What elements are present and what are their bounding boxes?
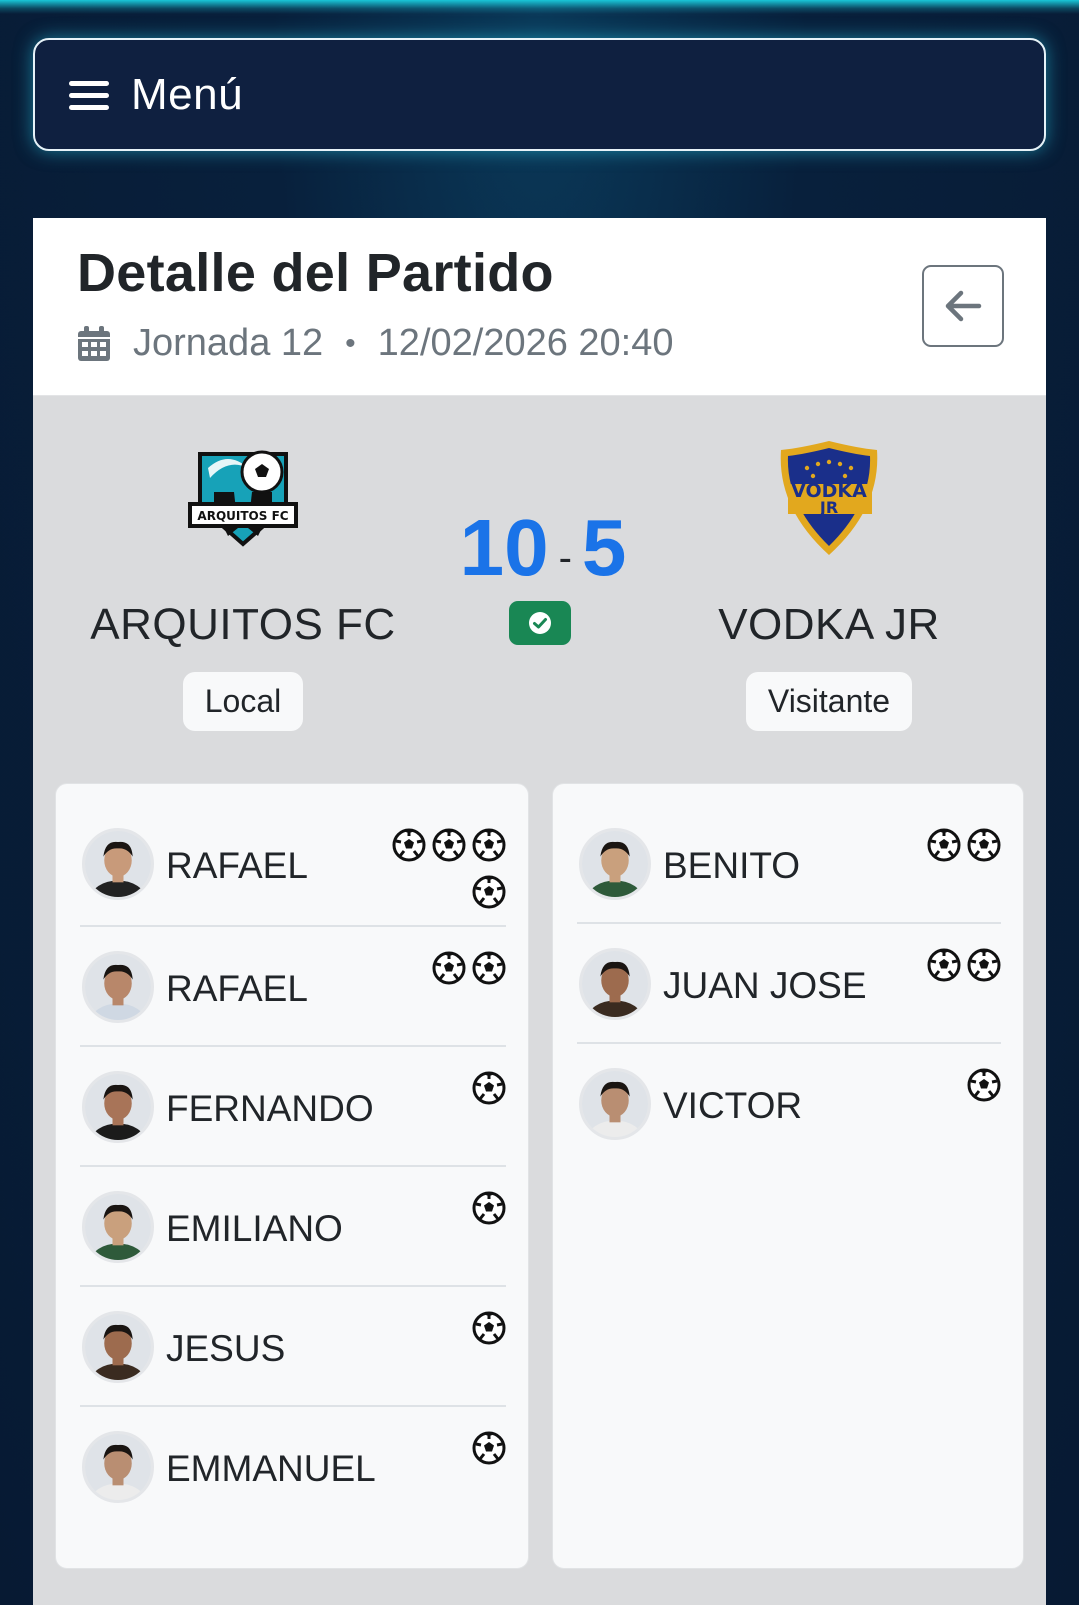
back-button[interactable]: [922, 265, 1004, 347]
soccer-ball-icon: [927, 828, 961, 867]
menu-button[interactable]: Menú: [33, 38, 1046, 151]
player-name: RAFAEL: [166, 968, 308, 1009]
soccer-ball-icon: [472, 1311, 506, 1350]
player-avatar: [82, 951, 154, 1023]
home-scorer-row: JESUS: [80, 1287, 506, 1407]
player-avatar: [82, 1071, 154, 1143]
away-scorers-list: BENITO JUAN JOSE VICTOR: [552, 783, 1024, 1569]
player-name: EMILIANO: [166, 1208, 343, 1249]
soccer-ball-icon: [927, 948, 961, 987]
player-name: JUAN JOSE: [663, 965, 867, 1006]
home-scorer-row: EMMANUEL: [80, 1407, 506, 1527]
menu-label: Menú: [131, 69, 244, 119]
player-avatar: [579, 828, 651, 900]
goals-count: [376, 1431, 506, 1470]
soccer-ball-icon: [472, 1191, 506, 1230]
soccer-ball-icon: [432, 828, 466, 867]
calendar-icon: [78, 325, 110, 361]
player-name: VICTOR: [663, 1085, 803, 1126]
home-scorers-list: RAFAEL RAFAEL FERNANDO EMILIANO JESUS EMMANUE…: [55, 783, 529, 1569]
home-badge: Local: [182, 672, 304, 731]
soccer-ball-icon: [472, 951, 506, 990]
away-scorer-row: JUAN JOSE: [577, 924, 1001, 1044]
away-badge: Visitante: [745, 672, 913, 731]
scoreboard: 10-5: [453, 508, 633, 602]
home-team: ARQUITOS FC ARQUITOS FC Local: [43, 438, 443, 731]
player-name: EMMANUEL: [166, 1448, 376, 1489]
soccer-ball-icon: [472, 1071, 506, 1110]
home-scorer-row: EMILIANO: [80, 1167, 506, 1287]
match-finished-badge: [509, 601, 571, 645]
goals-count: [376, 951, 506, 990]
player-name: RAFAEL: [166, 845, 308, 886]
soccer-ball-icon: [472, 875, 506, 914]
top-glow-bar: [0, 0, 1079, 14]
meta-separator: •: [345, 326, 356, 360]
home-scorer-row: FERNANDO: [80, 1047, 506, 1167]
goals-count: [376, 1191, 506, 1230]
soccer-ball-icon: [472, 828, 506, 867]
player-avatar: [82, 828, 154, 900]
card-header: Detalle del Partido Jornada 12 • 12/02/2…: [33, 218, 1046, 396]
away-team: VODKA JR VODKA JR Visitante: [629, 438, 1029, 731]
match-detail-card: Detalle del Partido Jornada 12 • 12/02/2…: [33, 218, 1046, 1605]
player-name: JESUS: [166, 1328, 286, 1369]
player-avatar: [82, 1431, 154, 1503]
check-circle-icon: [529, 612, 551, 634]
match-datetime: 12/02/2026 20:40: [377, 322, 674, 364]
goals-count: [871, 828, 1001, 867]
page-title: Detalle del Partido: [77, 243, 554, 303]
home-scorer-row: RAFAEL: [80, 784, 506, 927]
home-score: 10: [459, 503, 549, 592]
away-scorer-row: BENITO: [577, 784, 1001, 924]
home-scorer-row: RAFAEL: [80, 927, 506, 1047]
soccer-ball-icon: [472, 1431, 506, 1470]
away-score: 5: [581, 503, 627, 592]
player-avatar: [82, 1311, 154, 1383]
arquitos-logo-text: ARQUITOS FC: [197, 509, 288, 523]
goals-count: [871, 1068, 1001, 1107]
player-name: FERNANDO: [166, 1088, 374, 1129]
soccer-ball-icon: [432, 951, 466, 990]
arquitos-fc-logo: ARQUITOS FC: [188, 450, 298, 547]
soccer-ball-icon: [392, 828, 426, 867]
goals-count: [376, 1071, 506, 1110]
goals-count: [871, 948, 1001, 987]
vodka-logo-text-bottom: JR: [819, 498, 838, 517]
player-avatar: [579, 948, 651, 1020]
vodka-jr-logo: VODKA JR: [780, 441, 878, 555]
arrow-left-icon: [945, 290, 982, 322]
player-name: BENITO: [663, 845, 801, 886]
match-meta: Jornada 12 • 12/02/2026 20:40: [77, 322, 674, 365]
away-team-name: VODKA JR: [718, 600, 940, 649]
soccer-ball-icon: [967, 1068, 1001, 1107]
soccer-ball-icon: [967, 828, 1001, 867]
goals-count: [376, 1311, 506, 1350]
score-separator: -: [558, 536, 572, 580]
player-avatar: [82, 1191, 154, 1263]
soccer-ball-icon: [967, 948, 1001, 987]
hamburger-icon: [69, 79, 109, 111]
goals-count: [376, 828, 506, 914]
jornada-label: Jornada 12: [133, 322, 324, 364]
player-avatar: [579, 1068, 651, 1140]
away-scorer-row: VICTOR: [577, 1044, 1001, 1164]
home-team-name: ARQUITOS FC: [90, 600, 396, 649]
